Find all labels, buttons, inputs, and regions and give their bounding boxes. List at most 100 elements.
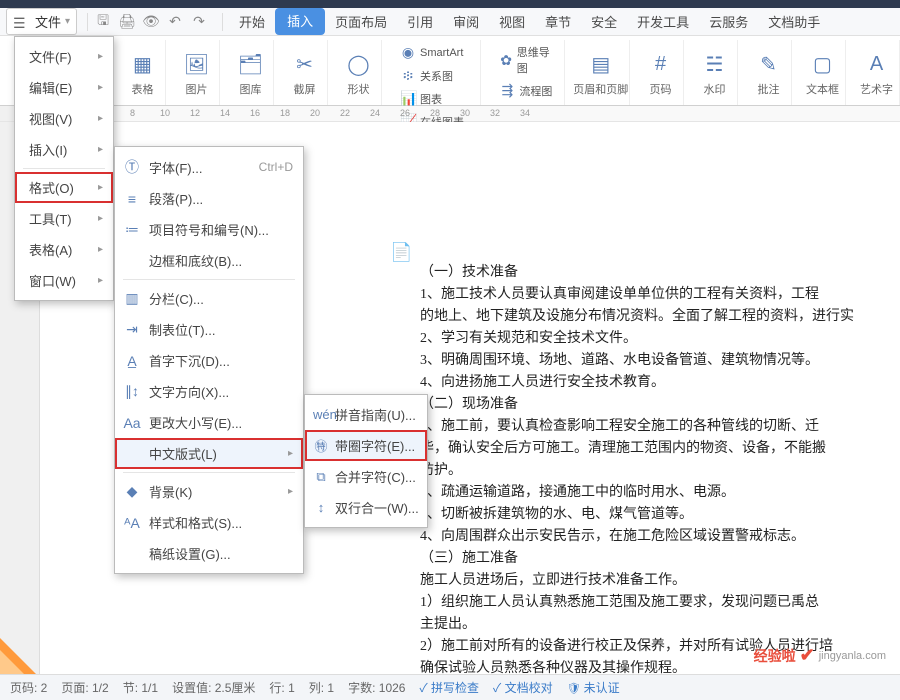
- ribbon-image[interactable]: 🖼图片: [174, 40, 220, 105]
- ribbon-smartart[interactable]: ◉SmartArt: [396, 42, 474, 63]
- ribbon-textbox[interactable]: ▢文本框: [800, 40, 846, 105]
- tab-5[interactable]: 视图: [489, 8, 535, 35]
- print-icon[interactable]: 🖨: [118, 13, 136, 31]
- doc-line: （三）施工准备: [420, 548, 900, 570]
- ribbon-flowchart[interactable]: ⇶流程图: [495, 80, 557, 101]
- menu2-item[interactable]: ◆背景(K)▸: [115, 476, 303, 507]
- menu-icon: ↕: [313, 500, 329, 515]
- menu2-item[interactable]: ≔项目符号和编号(N)...: [115, 214, 303, 245]
- ribbon-shape[interactable]: ◯形状: [336, 40, 382, 105]
- ruler-horizontal: 246810121416182022242628303234: [0, 106, 900, 122]
- status-pagecode[interactable]: 页码: 2: [10, 679, 47, 696]
- gallery-icon: 🗂: [238, 49, 263, 81]
- menu1-item[interactable]: 窗口(W)▸: [15, 265, 113, 296]
- quick-access-toolbar: 🖫 🖨 👁 ↶ ↷: [94, 13, 208, 31]
- status-page[interactable]: 页面: 1/2: [61, 679, 108, 696]
- tab-9[interactable]: 云服务: [699, 8, 758, 35]
- redo-icon[interactable]: ↷: [190, 13, 208, 31]
- divider: [87, 13, 88, 31]
- menu2-item[interactable]: ⇥制表位(T)...: [115, 314, 303, 345]
- tab-4[interactable]: 审阅: [443, 8, 489, 35]
- relation-icon: ፨: [400, 67, 416, 84]
- ribbon-screenshot[interactable]: ✂截屏: [282, 40, 328, 105]
- tab-3[interactable]: 引用: [397, 8, 443, 35]
- menu1-item[interactable]: 格式(O)▸: [15, 172, 113, 203]
- menu3-item[interactable]: wén拼音指南(U)...: [305, 399, 427, 430]
- menu2-item[interactable]: A̲首字下沉(D)...: [115, 345, 303, 376]
- doc-line: （一）技术准备: [420, 262, 900, 284]
- status-proof[interactable]: 文档校对: [493, 679, 553, 696]
- menu3-item[interactable]: ↕双行合一(W)...: [305, 492, 427, 523]
- menu2-item[interactable]: ᴬA样式和格式(S)...: [115, 507, 303, 538]
- tab-7[interactable]: 安全: [581, 8, 627, 35]
- tab-8[interactable]: 开发工具: [627, 8, 699, 35]
- status-words[interactable]: 字数: 1026: [348, 679, 405, 696]
- chevron-right-icon: ▸: [98, 275, 103, 286]
- doc-line: 4、向周围群众出示安民告示，在施工危险区域设置警戒标志。: [420, 526, 900, 548]
- menu2-item[interactable]: Ⓣ字体(F)...Ctrl+D: [115, 151, 303, 183]
- status-spellcheck[interactable]: 拼写检查: [419, 679, 479, 696]
- menu1-item[interactable]: 插入(I)▸: [15, 134, 113, 165]
- tab-2[interactable]: 页面布局: [325, 8, 397, 35]
- ribbon-insert: ▦表格 🖼图片 🗂图库 ✂截屏 ◯形状 ◉SmartArt ፨关系图 📊图表 📈…: [0, 36, 900, 106]
- menu-icon: ◆: [123, 483, 141, 500]
- watermark-logo: 经验啦 ✔ jingyanla.com: [754, 645, 886, 666]
- menu2-item[interactable]: 边框和底纹(B)...: [115, 245, 303, 276]
- menu-icon: A̲: [123, 353, 141, 369]
- menu2-item[interactable]: 稿纸设置(G)...: [115, 538, 303, 569]
- menu-icon: ᴬA: [123, 515, 141, 531]
- preview-icon[interactable]: 👁: [142, 13, 160, 31]
- corner-decoration: [0, 650, 24, 674]
- image-icon: 🖼: [184, 49, 209, 81]
- ribbon-pagenum[interactable]: #页码: [638, 40, 684, 105]
- ribbon-mindmap[interactable]: ✿思维导图: [495, 42, 557, 78]
- status-auth[interactable]: 未认证: [567, 679, 620, 696]
- doc-line: 1）组织施工人员认真熟悉施工范围及施工要求，发现问题已禹总: [420, 592, 900, 614]
- chevron-down-icon: ▾: [65, 16, 70, 27]
- ribbon-wordart[interactable]: A艺术字: [854, 40, 900, 105]
- shape-icon: ◯: [347, 49, 369, 81]
- menu1-item[interactable]: 编辑(E)▸: [15, 72, 113, 103]
- file-menu-button[interactable]: 文件 ▾: [6, 8, 77, 35]
- menu-icon: ㊕: [313, 436, 329, 455]
- wordart-icon: A: [870, 49, 883, 81]
- menu2-item[interactable]: ∥↕文字方向(X)...: [115, 376, 303, 407]
- tab-0[interactable]: 开始: [229, 8, 275, 35]
- menu2-item[interactable]: 中文版式(L)▸: [115, 438, 303, 469]
- tab-6[interactable]: 章节: [535, 8, 581, 35]
- tab-1[interactable]: 插入: [275, 8, 325, 35]
- ribbon-watermark[interactable]: ☵水印: [692, 40, 738, 105]
- status-col: 列: 1: [309, 679, 334, 696]
- menu1-item[interactable]: 视图(V)▸: [15, 103, 113, 134]
- doc-line: 毕，确认安全后方可施工。清理施工范围内的物资、设备，不能搬: [420, 438, 900, 460]
- menu3-item[interactable]: ⧉合并字符(C)...: [305, 461, 427, 492]
- ribbon-headerfooter[interactable]: ▤页眉和页脚: [573, 40, 630, 105]
- ribbon-gallery[interactable]: 🗂图库: [228, 40, 274, 105]
- status-section: 节: 1/1: [123, 679, 158, 696]
- menu1-item[interactable]: 文件(F)▸: [15, 41, 113, 72]
- file-label: 文件: [35, 12, 61, 31]
- menu2-item[interactable]: ≡段落(P)...: [115, 183, 303, 214]
- smartart-icon: ◉: [400, 44, 416, 61]
- save-icon[interactable]: 🖫: [94, 13, 112, 31]
- chevron-right-icon: ▸: [98, 213, 103, 224]
- undo-icon[interactable]: ↶: [166, 13, 184, 31]
- menu3-item[interactable]: ㊕带圈字符(E)...: [305, 430, 427, 461]
- ribbon-relation[interactable]: ፨关系图: [396, 65, 474, 86]
- pagenum-icon: #: [655, 49, 666, 81]
- check-icon: ✔: [800, 645, 815, 666]
- doc-line: 3、切断被拆建筑物的水、电、煤气管道等。: [420, 504, 900, 526]
- chevron-right-icon: ▸: [98, 144, 103, 155]
- chevron-right-icon: ▸: [288, 486, 293, 497]
- menu1-item[interactable]: 表格(A)▸: [15, 234, 113, 265]
- chevron-right-icon: ▸: [98, 51, 103, 62]
- ribbon-comment[interactable]: ✎批注: [746, 40, 792, 105]
- tab-10[interactable]: 文档助手: [758, 8, 830, 35]
- comment-icon: ✎: [760, 49, 777, 81]
- ribbon-table[interactable]: ▦表格: [120, 40, 166, 105]
- menu2-item[interactable]: ▥分栏(C)...: [115, 283, 303, 314]
- status-line: 行: 1: [269, 679, 294, 696]
- menu2-item[interactable]: Aa更改大小写(E)...: [115, 407, 303, 438]
- menu1-item[interactable]: 工具(T)▸: [15, 203, 113, 234]
- menu-icon: wén: [313, 407, 329, 422]
